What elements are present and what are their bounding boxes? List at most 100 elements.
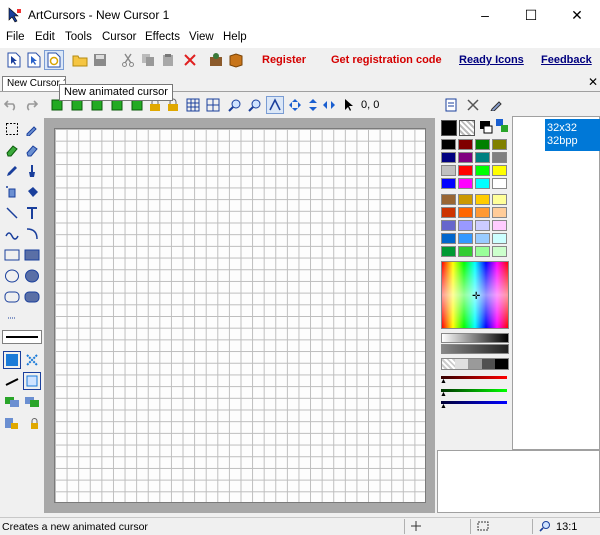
fill-bucket-icon[interactable]: [23, 183, 41, 201]
color-swatch[interactable]: [441, 165, 456, 176]
color-swatch[interactable]: [475, 233, 490, 244]
green-channel-slider[interactable]: [441, 389, 507, 392]
color-swatch[interactable]: [458, 207, 473, 218]
menu-effects[interactable]: Effects: [145, 31, 180, 43]
color-swatch[interactable]: [475, 165, 490, 176]
undo-icon[interactable]: [2, 96, 20, 114]
color-swatch[interactable]: [458, 246, 473, 257]
paintbrush-icon[interactable]: [23, 162, 41, 180]
library-icon[interactable]: [206, 50, 226, 70]
swap-colors-icon[interactable]: [495, 118, 509, 137]
color-swatch[interactable]: [492, 152, 507, 163]
text-tool-icon[interactable]: [23, 204, 41, 222]
color-swatch[interactable]: [475, 246, 490, 257]
transparent-color-swatch[interactable]: [459, 120, 475, 136]
color-swatch[interactable]: [492, 246, 507, 257]
move-arrows-icon[interactable]: [286, 96, 304, 114]
redo-icon[interactable]: [22, 96, 40, 114]
color-swatch[interactable]: [492, 194, 507, 205]
primary-color-swatch[interactable]: [441, 120, 457, 136]
line-width-selector[interactable]: [2, 330, 42, 344]
alpha-slider[interactable]: [441, 344, 509, 354]
color-swatch[interactable]: [458, 194, 473, 205]
new-cursor-icon[interactable]: [4, 50, 24, 70]
arc-tool-icon[interactable]: [23, 225, 41, 243]
rounded-rect-outline-icon[interactable]: [3, 288, 21, 306]
brush-size-icon[interactable]: [3, 309, 21, 327]
text-antialias-icon[interactable]: [266, 96, 284, 114]
zoom-in-icon[interactable]: [226, 96, 244, 114]
blue-channel-slider[interactable]: [441, 401, 507, 404]
save-disk-icon[interactable]: [90, 50, 110, 70]
color-swatch[interactable]: [458, 233, 473, 244]
delete-icon[interactable]: [180, 50, 200, 70]
ellipse-outline-icon[interactable]: [3, 267, 21, 285]
color-swatch[interactable]: [475, 178, 490, 189]
register-link[interactable]: Register: [262, 54, 306, 66]
close-window-button[interactable]: ✕: [554, 0, 600, 30]
screen-color-icon[interactable]: [479, 120, 493, 137]
color-swatch[interactable]: [458, 178, 473, 189]
maximize-button[interactable]: ☐: [508, 0, 554, 30]
grid-icon[interactable]: [184, 96, 202, 114]
color-swatch[interactable]: [458, 165, 473, 176]
paste-icon[interactable]: [158, 50, 178, 70]
grayscale-strip[interactable]: [441, 358, 509, 370]
color-swatch[interactable]: [475, 220, 490, 231]
color-swatch[interactable]: [458, 220, 473, 231]
hue-color-picker[interactable]: ✛: [441, 261, 509, 329]
eraser-icon[interactable]: [3, 141, 21, 159]
close-tab-button[interactable]: ✕: [588, 75, 598, 89]
pencil-icon[interactable]: [3, 162, 21, 180]
color-swatch[interactable]: [458, 152, 473, 163]
transparency-lock-icon[interactable]: [3, 414, 21, 432]
color-swatch[interactable]: [475, 152, 490, 163]
ellipse-filled-icon[interactable]: [23, 267, 41, 285]
green-slider-thumb[interactable]: ▲: [440, 391, 447, 398]
new-cursor-alt-icon[interactable]: [24, 50, 44, 70]
palette-reset-icon[interactable]: [464, 96, 482, 114]
ready-icons-link[interactable]: Ready Icons: [459, 54, 524, 66]
rectangle-outline-icon[interactable]: [3, 246, 21, 264]
color-swatch[interactable]: [441, 178, 456, 189]
get-registration-code-link[interactable]: Get registration code: [331, 54, 442, 66]
curve-tool-icon[interactable]: [3, 225, 21, 243]
color-swatch[interactable]: [492, 139, 507, 150]
line-tool-icon[interactable]: [3, 204, 21, 222]
rectangle-filled-icon[interactable]: [23, 246, 41, 264]
pixel-editor-canvas[interactable]: [54, 128, 426, 503]
layers-icon[interactable]: [3, 393, 21, 411]
draw-mode-dotted-icon[interactable]: [23, 351, 41, 369]
tab-new-cursor-1[interactable]: New Cursor 1: [2, 76, 66, 91]
menu-file[interactable]: File: [6, 31, 25, 43]
airbrush-icon[interactable]: [3, 183, 21, 201]
menu-edit[interactable]: Edit: [35, 31, 55, 43]
open-folder-icon[interactable]: [70, 50, 90, 70]
draw-mode-box-icon[interactable]: [23, 372, 41, 390]
color-swatch[interactable]: [475, 207, 490, 218]
color-swatch[interactable]: [441, 139, 456, 150]
hotspot-pointer-icon[interactable]: [340, 96, 358, 114]
color-swatch[interactable]: [492, 207, 507, 218]
inverse-lock-icon[interactable]: [23, 414, 41, 432]
color-swatch[interactable]: [492, 178, 507, 189]
color-swatch[interactable]: [441, 246, 456, 257]
eyedropper-icon[interactable]: [23, 120, 41, 138]
color-swatch[interactable]: [441, 220, 456, 231]
palette-file-icon[interactable]: [442, 96, 460, 114]
color-swatch[interactable]: [441, 233, 456, 244]
menu-help[interactable]: Help: [223, 31, 247, 43]
color-swatch[interactable]: [492, 220, 507, 231]
layers-alt-icon[interactable]: [23, 393, 41, 411]
brush-eraser-icon[interactable]: [23, 141, 41, 159]
book-icon[interactable]: [226, 50, 246, 70]
color-swatch[interactable]: [441, 194, 456, 205]
draw-mode-line-icon[interactable]: [3, 372, 21, 390]
red-slider-thumb[interactable]: ▲: [440, 378, 447, 385]
rounded-rect-filled-icon[interactable]: [23, 288, 41, 306]
move-horizontal-icon[interactable]: [320, 96, 338, 114]
copy-icon[interactable]: [138, 50, 158, 70]
menu-cursor[interactable]: Cursor: [102, 31, 137, 43]
zoom-out-icon[interactable]: [246, 96, 264, 114]
brightness-slider[interactable]: [441, 333, 509, 343]
